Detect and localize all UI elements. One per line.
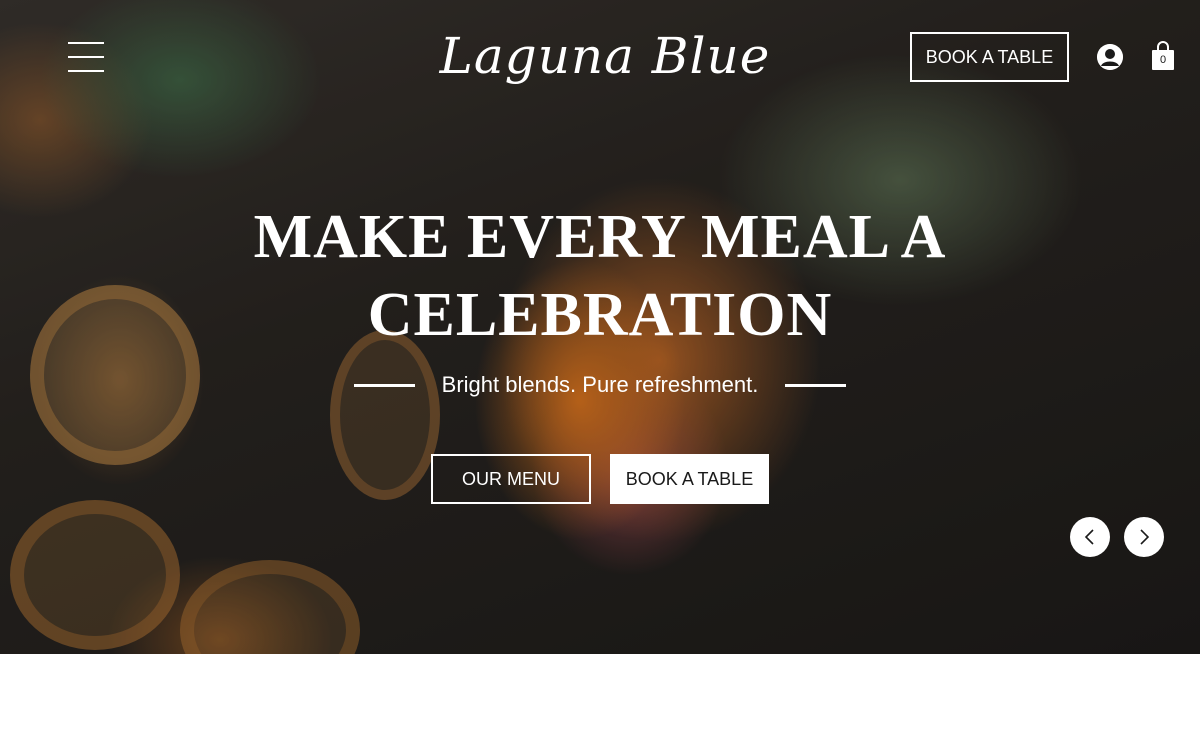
- header-book-table-button[interactable]: BOOK A TABLE: [910, 32, 1069, 82]
- site-logo[interactable]: Laguna Blue: [420, 20, 790, 92]
- chevron-right-icon[interactable]: [1124, 517, 1164, 557]
- shopping-bag-icon[interactable]: 0: [1150, 40, 1176, 72]
- divider-line-right: [785, 383, 846, 387]
- hero-banner: Laguna Blue BOOK A TABLE 0 MAKE EVERY ME…: [0, 0, 1200, 654]
- our-menu-button[interactable]: OUR MENU: [431, 454, 591, 504]
- hero-subheadline: Bright blends. Pure refreshment.: [441, 372, 759, 397]
- page-content-area: [0, 654, 1200, 748]
- divider-line-left: [354, 383, 415, 387]
- user-account-icon[interactable]: [1097, 44, 1123, 70]
- hero-headline: MAKE EVERY MEAL A CELEBRATION: [253, 203, 947, 349]
- chevron-left-icon[interactable]: [1070, 517, 1110, 557]
- hero-book-table-button[interactable]: BOOK A TABLE: [610, 454, 769, 504]
- hero-subheadline-row: Bright blends. Pure refreshment.: [354, 366, 846, 404]
- hamburger-menu-icon[interactable]: [68, 42, 104, 72]
- cart-count: 0: [1159, 54, 1167, 66]
